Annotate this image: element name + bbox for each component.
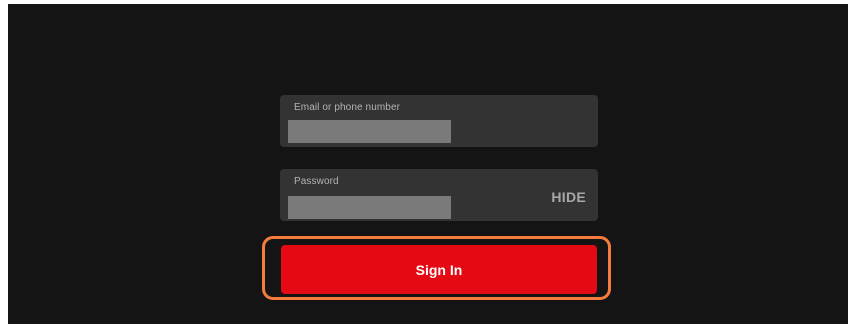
email-field[interactable]: Email or phone number (280, 95, 598, 147)
email-field-label: Email or phone number (294, 102, 401, 113)
login-screen: Email or phone number Password HIDE Sign… (8, 4, 848, 324)
password-field[interactable]: Password HIDE (280, 169, 598, 221)
password-field-label: Password (294, 176, 339, 187)
hide-password-toggle[interactable]: HIDE (551, 189, 586, 205)
email-input[interactable] (288, 120, 451, 143)
sign-in-button[interactable]: Sign In (281, 245, 597, 294)
password-input[interactable] (288, 196, 451, 219)
